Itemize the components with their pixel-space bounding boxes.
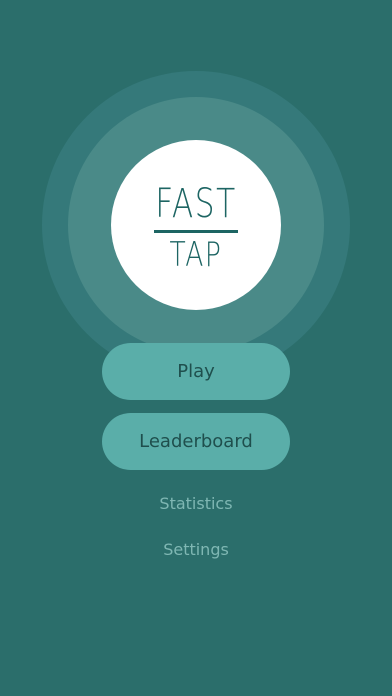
logo: FAST TAP <box>111 140 281 310</box>
logo-divider <box>154 230 238 233</box>
statistics-link[interactable]: Statistics <box>0 494 392 513</box>
play-button[interactable]: Play <box>102 343 290 400</box>
main-menu-screen: FAST TAP Play Leaderboard Statistics Set… <box>0 0 392 696</box>
settings-link[interactable]: Settings <box>0 540 392 559</box>
logo-title-tap: TAP <box>169 235 223 275</box>
logo-title-fast: FAST <box>155 181 237 227</box>
leaderboard-button[interactable]: Leaderboard <box>102 413 290 470</box>
